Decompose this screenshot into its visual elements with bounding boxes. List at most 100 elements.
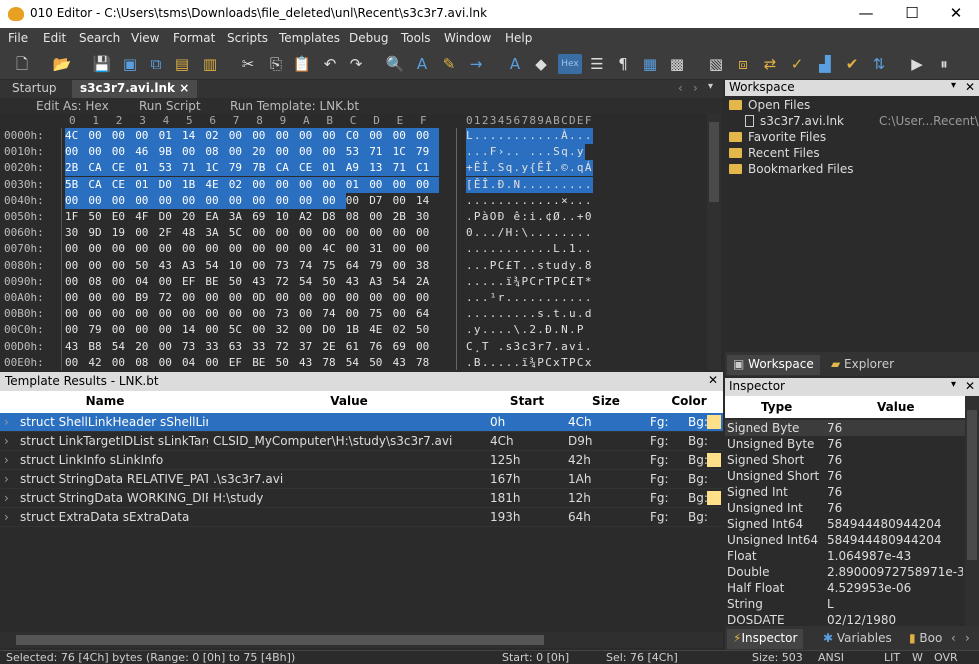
run-icon[interactable]: ▶ <box>907 54 927 74</box>
template-row[interactable]: › struct ExtraData sExtraData 193h 64h Fg: Bg… <box>0 508 723 527</box>
save-all-icon[interactable]: ⧉ <box>146 54 166 74</box>
hex-byte[interactable]: 08 <box>135 355 154 371</box>
hex-byte[interactable]: 73 <box>276 258 295 274</box>
col-name[interactable]: Name <box>0 394 210 408</box>
hex-byte[interactable]: 02 <box>205 128 229 144</box>
hex-byte[interactable]: 02 <box>228 176 253 193</box>
inspector-row[interactable]: Float 1.064987e-43 <box>725 548 965 564</box>
hex-byte[interactable]: 01 <box>322 160 346 177</box>
tab-file[interactable]: s3c3r7.avi.lnk × <box>72 80 198 98</box>
hex-byte[interactable]: 00 <box>322 144 346 161</box>
hex-row[interactable]: 00B0h: 00 00 00 00 00 00 00 00 00 73 00 74 00 75 00 64..… <box>0 306 600 322</box>
hex-byte[interactable]: 50 <box>322 274 341 290</box>
workspace-pin-icon[interactable]: ▾ <box>951 80 956 91</box>
hex-byte[interactable]: D0 <box>322 322 341 338</box>
hex-byte[interactable]: 33 <box>205 339 224 355</box>
hex-byte[interactable]: 00 <box>159 241 178 257</box>
tab-variables[interactable]: ✱ Variables <box>817 629 898 649</box>
undo-icon[interactable]: ↶ <box>320 54 340 74</box>
hex-byte[interactable]: 79 <box>369 258 388 274</box>
tab-bookmarks[interactable]: ▮ Boo <box>903 629 948 649</box>
calculator-icon[interactable]: ▧ <box>706 54 726 74</box>
hex-byte[interactable]: 00 <box>229 290 248 306</box>
hex-byte[interactable]: 00 <box>299 128 323 144</box>
run-template-dropdown[interactable]: Run Template: LNK.bt <box>230 99 359 113</box>
hex-byte[interactable]: 50 <box>416 322 435 338</box>
hex-byte[interactable]: 43 <box>299 355 318 371</box>
hex-byte[interactable]: 33 <box>252 339 271 355</box>
hex-byte[interactable]: 00 <box>299 144 323 161</box>
run-script-dropdown[interactable]: Run Script <box>139 99 201 113</box>
checksum-icon[interactable]: ✓ <box>787 54 807 74</box>
hex-byte[interactable]: 01 <box>135 160 159 177</box>
hex-byte[interactable]: 00 <box>322 128 346 144</box>
hex-byte[interactable]: 00 <box>112 274 131 290</box>
hex-byte[interactable]: 00 <box>392 128 416 144</box>
hex-byte[interactable]: 32 <box>276 322 295 338</box>
hex-byte[interactable]: 00 <box>299 290 318 306</box>
new-file-icon[interactable]: 🗋 <box>12 54 32 74</box>
hex-byte[interactable]: CE <box>111 176 136 193</box>
hex-byte[interactable]: E0 <box>112 209 131 225</box>
font-icon[interactable]: A <box>505 54 525 74</box>
col-color[interactable]: Color <box>646 394 732 408</box>
hex-byte[interactable]: 00 <box>159 355 178 371</box>
hex-byte[interactable]: 00 <box>65 241 84 257</box>
hex-byte[interactable]: 48 <box>182 225 201 241</box>
hex-byte[interactable]: 00 <box>299 192 323 209</box>
hex-byte[interactable]: D7 <box>369 193 388 209</box>
hex-byte[interactable]: 00 <box>159 274 178 290</box>
hex-byte[interactable]: 00 <box>88 144 112 161</box>
hex-byte[interactable]: 1C <box>392 144 416 161</box>
open-folder-icon[interactable]: 📂 <box>52 54 72 74</box>
status-w[interactable]: W <box>912 651 923 664</box>
tabs-next-icon[interactable]: › <box>965 631 970 645</box>
hex-byte[interactable]: 64 <box>346 258 365 274</box>
hex-byte[interactable]: 00 <box>299 176 323 193</box>
hex-byte[interactable]: 00 <box>322 290 341 306</box>
hex-row[interactable]: 0000h: 4C 00 00 00 01 14 02 00 00 00 00 00 C0 00 00 00 L.… <box>0 128 600 144</box>
hex-byte[interactable]: A3 <box>182 258 201 274</box>
hex-byte[interactable]: 01 <box>158 128 182 144</box>
hex-byte[interactable]: 00 <box>369 176 393 193</box>
hex-byte[interactable]: 00 <box>228 144 253 161</box>
hex-ascii[interactable]: .........s.t.u.d <box>466 306 593 322</box>
hex-byte[interactable]: C0 <box>345 128 370 144</box>
hex-byte[interactable]: 00 <box>88 290 107 306</box>
hex-byte[interactable]: 9B <box>158 144 182 161</box>
copy-icon[interactable]: ⎘ <box>266 54 286 74</box>
inspector-value[interactable]: 1.064987e-43 <box>827 548 963 564</box>
save-icon[interactable]: 💾 <box>92 54 112 74</box>
inspector-col-type[interactable]: Type <box>761 400 792 414</box>
inspector-close-icon[interactable]: ✕ <box>965 379 975 393</box>
hex-row[interactable]: 00D0h: 43 B8 54 20 00 73 33 63 33 72 37 2E 61 76 69 00 C¸… <box>0 339 600 355</box>
hex-byte[interactable]: 00 <box>112 306 131 322</box>
hex-row[interactable]: 0010h: 00 00 00 46 9B 00 08 00 20 00 00 00 53 71 1C 79..… <box>0 144 600 161</box>
hex-byte[interactable]: 00 <box>346 290 365 306</box>
menu-view[interactable]: View <box>131 31 159 45</box>
hex-byte[interactable]: 00 <box>228 128 253 144</box>
hex-byte[interactable]: 3A <box>229 209 248 225</box>
hex-byte[interactable]: 00 <box>112 322 131 338</box>
hex-byte[interactable]: CA <box>88 160 112 177</box>
hex-byte[interactable]: 2F <box>159 225 178 241</box>
hex-byte[interactable]: 00 <box>369 128 393 144</box>
hex-byte[interactable]: 4C <box>322 241 341 257</box>
hex-byte[interactable]: 20 <box>252 144 276 161</box>
hex-byte[interactable]: 00 <box>88 306 107 322</box>
menu-format[interactable]: Format <box>173 31 215 45</box>
status-lit[interactable]: LIT <box>884 651 900 664</box>
hex-byte[interactable]: 75 <box>322 258 341 274</box>
hex-byte[interactable]: 1B <box>346 322 365 338</box>
hex-byte[interactable]: 73 <box>276 306 295 322</box>
template-row[interactable]: › struct LinkTargetIDList sLinkTarge... CL… <box>0 432 723 451</box>
redo-icon[interactable]: ↷ <box>346 54 366 74</box>
tab-prev-icon[interactable]: ‹ <box>678 81 683 95</box>
hex-byte[interactable]: 0D <box>252 290 271 306</box>
hex-byte[interactable]: 63 <box>229 339 248 355</box>
hex-byte[interactable]: 01 <box>345 176 370 193</box>
hex-byte[interactable]: 00 <box>393 258 412 274</box>
hex-byte[interactable]: 00 <box>88 258 107 274</box>
hex-byte[interactable]: 00 <box>252 192 276 209</box>
hex-byte[interactable]: 00 <box>416 225 435 241</box>
